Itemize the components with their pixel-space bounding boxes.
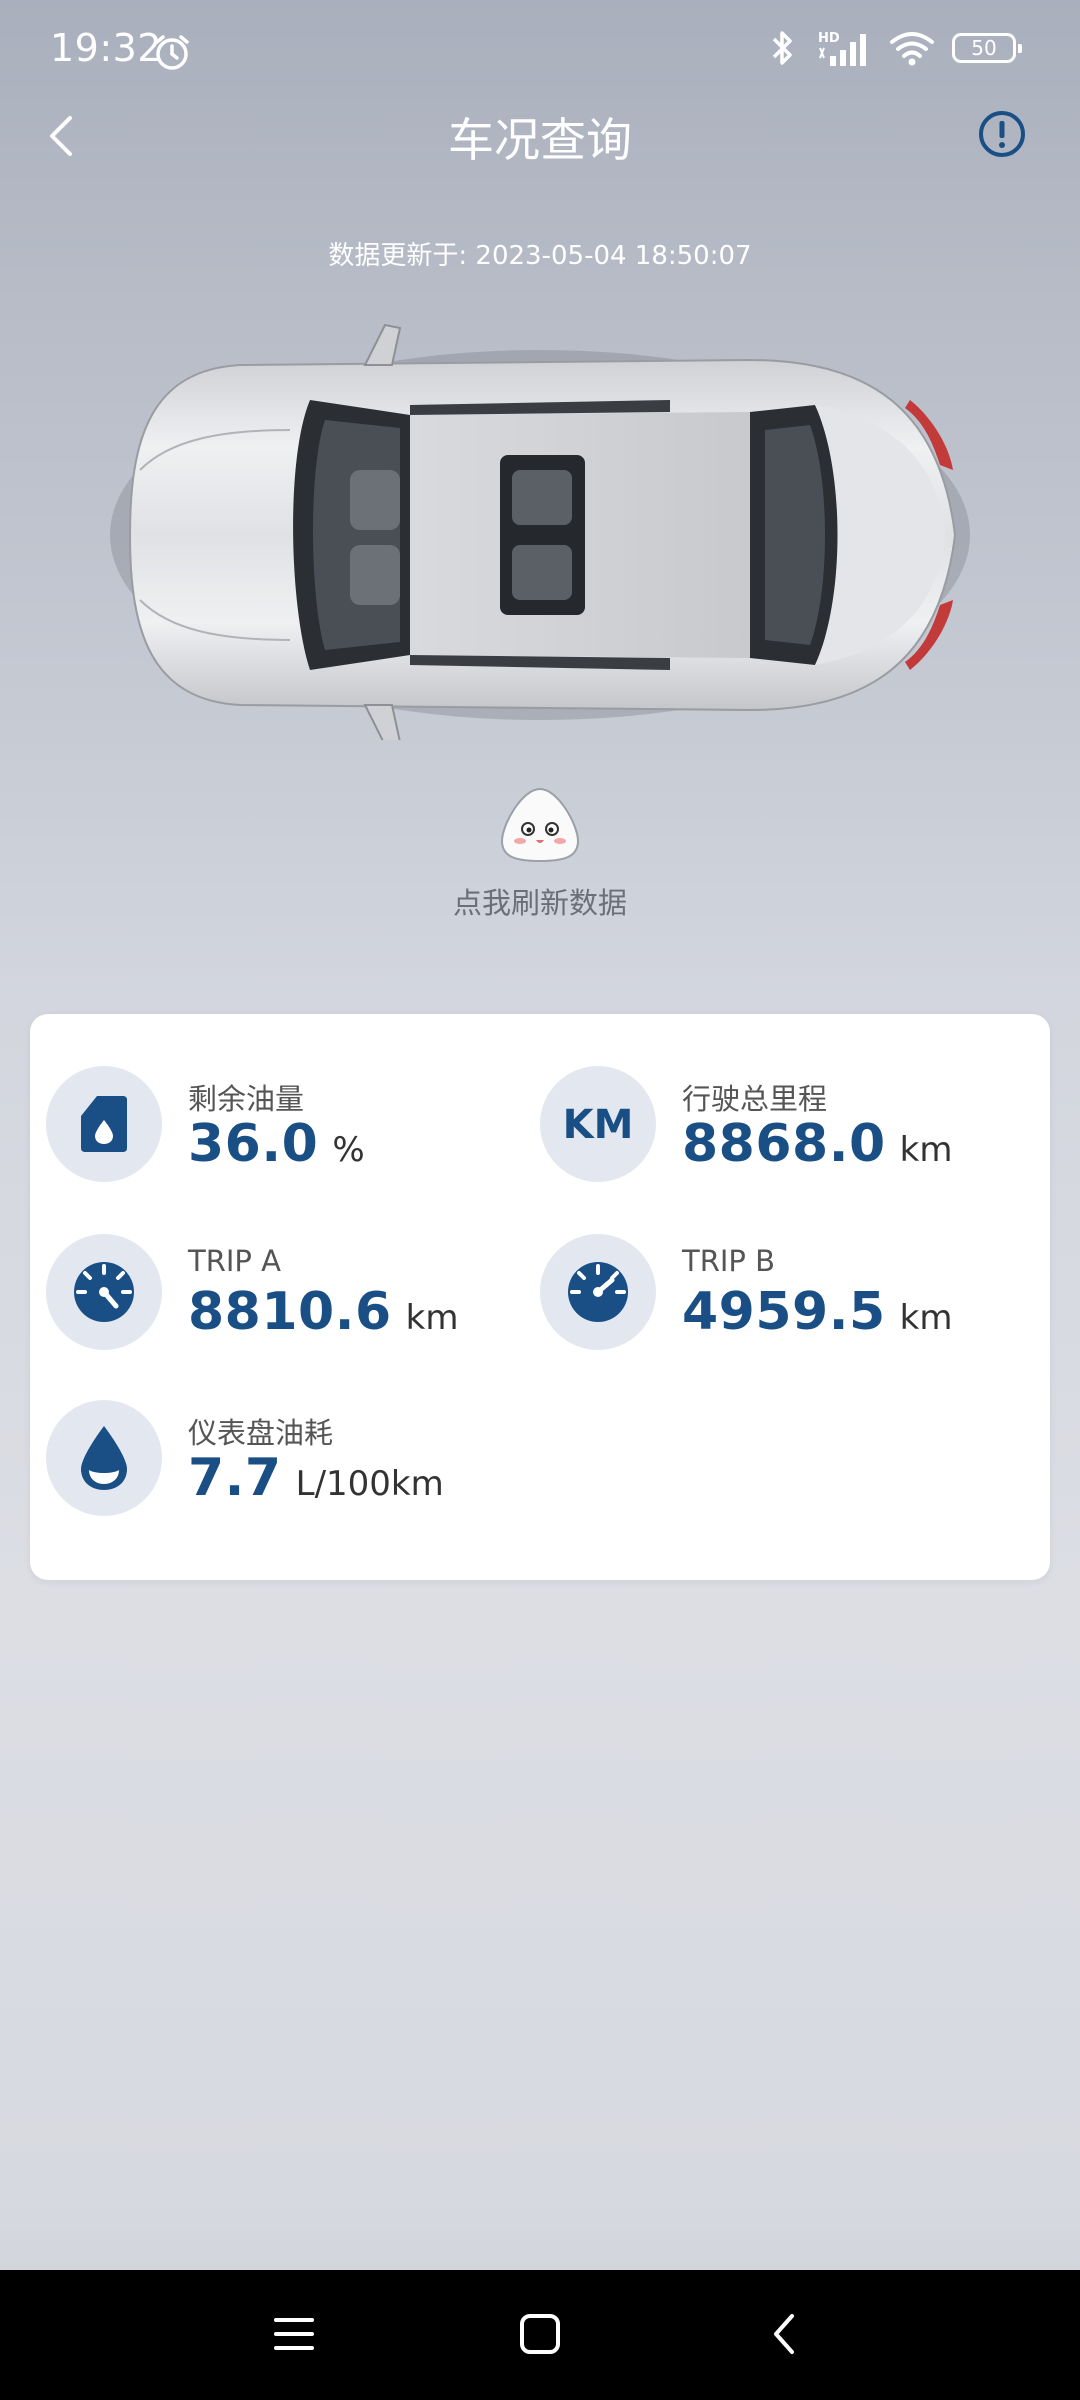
vehicle-status-card: 剩余油量 36.0 % KM 行驶总里程 8868.0 km TRIP A 88… [30,1014,1050,1580]
trip-b-value-row: 4959.5 km [682,1282,952,1342]
trip-a-label: TRIP A [188,1244,281,1278]
fuel-level-value: 36.0 [188,1114,319,1174]
fuel-level-label: 剩余油量 [188,1082,305,1116]
system-nav-bar [0,2270,1080,2400]
status-time: 19:32 [50,26,163,70]
odometer-label: 行驶总里程 [682,1082,828,1116]
exclamation-circle-icon[interactable] [976,108,1028,160]
gauge-icon [540,1234,656,1350]
fuel-tank-icon [46,1066,162,1182]
fuel-consumption-label: 仪表盘油耗 [188,1416,334,1450]
fuel-drop-icon [46,1400,162,1516]
update-time: 数据更新于: 2023-05-04 18:50:07 [328,241,752,271]
back-icon[interactable] [764,2308,804,2360]
page-title: 车况查询 [448,113,632,167]
fuel-level-value-row: 36.0 % [188,1114,365,1174]
hd-signal-icon: HD [818,31,866,66]
battery-icon: 50 [952,33,1022,63]
metric-trip-a: TRIP A 8810.6 km [30,1234,510,1354]
odometer-value-row: 8868.0 km [682,1114,952,1174]
metric-fuel-consumption: 仪表盘油耗 7.7 L/100km [30,1400,510,1520]
wifi-icon [890,32,934,66]
fuel-consumption-unit: L/100km [295,1464,444,1504]
trip-b-label: TRIP B [682,1244,776,1278]
svg-text:HD: HD [818,31,840,46]
bluetooth-icon [772,31,792,65]
km-icon: KM [540,1066,656,1182]
battery-level: 50 [971,36,997,60]
fuel-consumption-value-row: 7.7 L/100km [188,1448,444,1508]
refresh-data-button[interactable]: 点我刷新数据 [0,880,1080,922]
odometer-unit: km [899,1130,953,1170]
trip-b-value: 4959.5 [682,1282,886,1342]
refresh-mascot-icon[interactable] [498,785,582,865]
trip-a-value-row: 8810.6 km [188,1282,458,1342]
speedometer-icon [46,1234,162,1350]
metric-trip-b: TRIP B 4959.5 km [524,1234,1044,1354]
trip-a-value: 8810.6 [188,1282,392,1342]
menu-icon[interactable] [272,2308,316,2360]
alarm-icon [155,35,189,70]
status-bar: 19:32 HD 50 [0,0,1080,104]
odometer-value: 8868.0 [682,1114,886,1174]
svg-text:KM: KM [563,1102,633,1146]
fuel-level-unit: % [332,1130,365,1170]
fuel-consumption-value: 7.7 [188,1448,282,1508]
home-icon[interactable] [514,2308,566,2360]
trip-a-unit: km [405,1298,459,1338]
metric-odometer: KM 行驶总里程 8868.0 km [524,1066,1044,1186]
status-icons: HD 50 [764,28,1022,68]
metric-fuel-level: 剩余油量 36.0 % [30,1066,510,1186]
car-top-view-image [110,323,970,740]
trip-b-unit: km [899,1298,953,1338]
